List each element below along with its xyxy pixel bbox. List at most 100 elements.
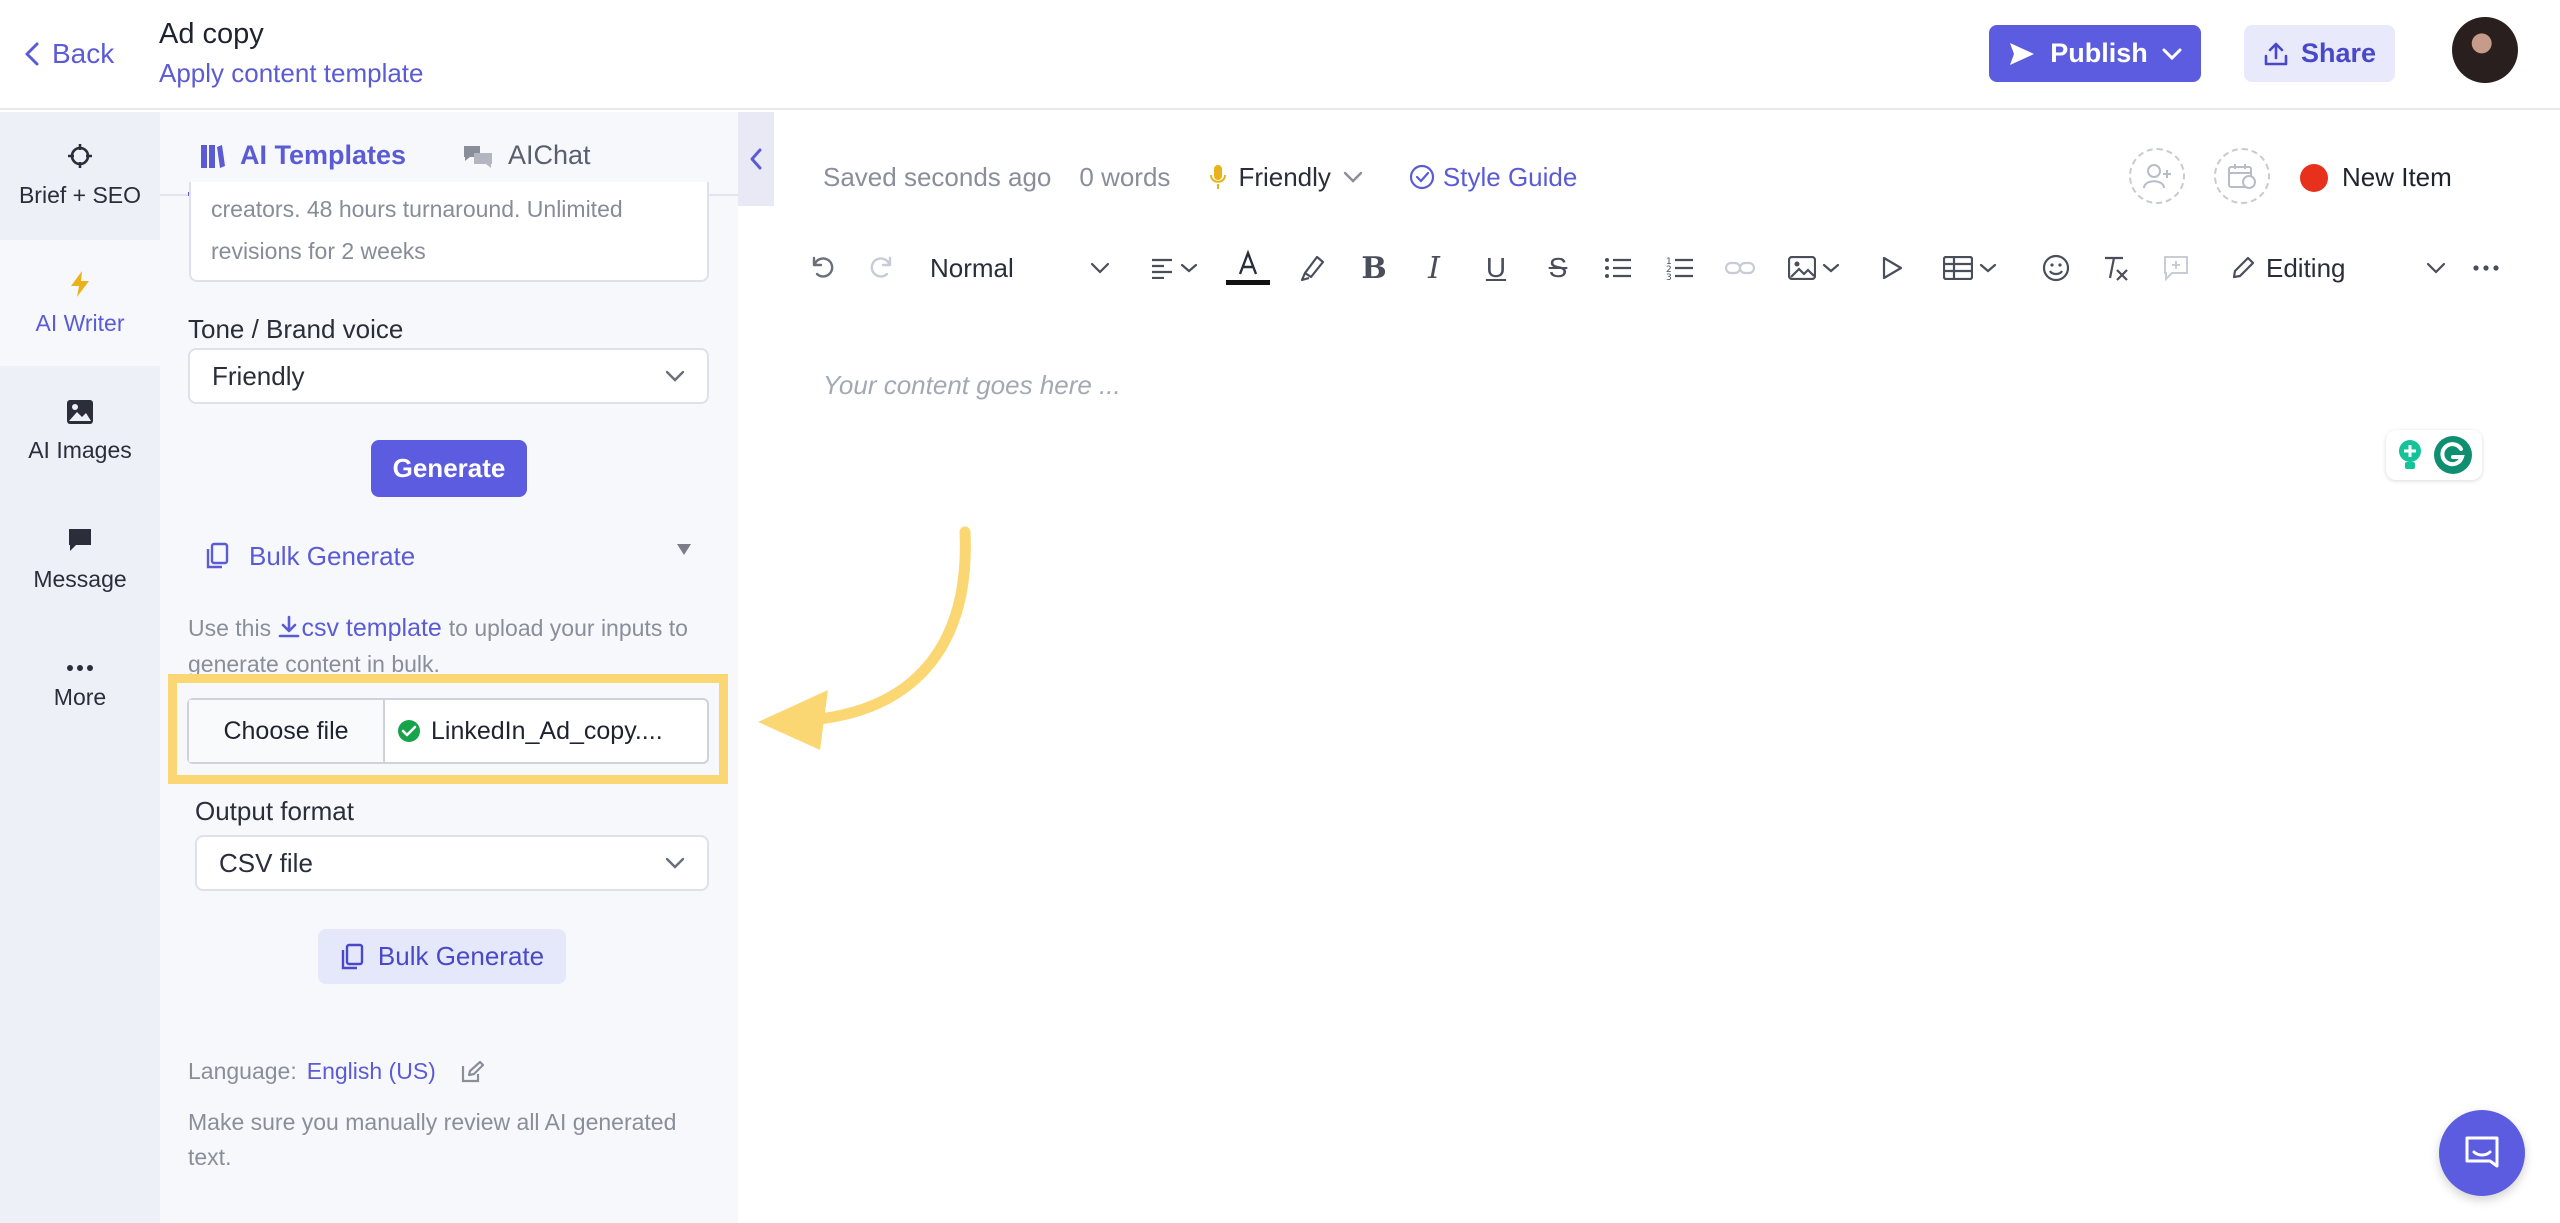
help-prefix: Use this [188, 615, 272, 641]
bold-icon[interactable]: B [1356, 248, 1392, 288]
text-color-icon[interactable] [1224, 248, 1272, 288]
chevron-down-icon [2426, 262, 2446, 274]
collapse-panel-button[interactable] [738, 112, 774, 206]
microphone-icon [1210, 164, 1227, 190]
file-name: LinkedIn_Ad_copy.... [431, 716, 663, 745]
image-icon [1788, 256, 1816, 280]
editor-content-placeholder[interactable]: Your content goes here ... [823, 370, 1121, 401]
generate-button[interactable]: Generate [371, 440, 527, 497]
style-guide-link[interactable]: Style Guide [1409, 162, 1577, 193]
editor-status-bar: Saved seconds ago 0 words Friendly Style… [823, 157, 1577, 197]
edit-icon[interactable] [460, 1060, 484, 1084]
undo-icon[interactable] [804, 248, 840, 288]
block-style-value: Normal [930, 252, 1014, 283]
link-icon[interactable] [1722, 248, 1758, 288]
rail-item-message[interactable]: Message [0, 496, 160, 622]
output-format-label: Output format [195, 796, 354, 826]
tone-value: Friendly [1238, 161, 1331, 192]
grammarly-icon [2433, 435, 2473, 475]
rail-item-label: Message [33, 565, 127, 592]
publish-label: Publish [2050, 38, 2148, 68]
back-label: Back [52, 38, 115, 69]
bulk-generate-header: Bulk Generate [249, 540, 416, 571]
choose-file-button[interactable]: Choose file [189, 700, 385, 762]
publish-button[interactable]: Publish [1989, 25, 2201, 82]
align-left-icon [1150, 257, 1174, 279]
share-label: Share [2300, 38, 2377, 68]
pencil-icon [2230, 255, 2256, 281]
output-format-value: CSV file [219, 847, 313, 878]
svg-text:3: 3 [1666, 273, 1672, 281]
grammarly-widget[interactable] [2386, 430, 2482, 480]
books-icon [200, 142, 226, 170]
description-textarea[interactable]: creators. 48 hours turnaround. Unlimited… [189, 182, 709, 282]
chevron-down-icon [1090, 262, 1110, 274]
left-rail: Brief + SEO AI Writer AI Images Message … [0, 112, 160, 1223]
rail-item-ai-writer[interactable]: AI Writer [0, 240, 160, 366]
bulk-generate-label: Bulk Generate [377, 941, 545, 971]
emoji-icon[interactable] [2038, 248, 2074, 288]
tab-aichat[interactable]: AIChat [462, 140, 591, 171]
rail-item-ai-images[interactable]: AI Images [0, 368, 160, 494]
schedule-button[interactable] [2214, 148, 2270, 204]
send-icon [2008, 41, 2036, 67]
back-button[interactable]: Back [24, 34, 114, 74]
highlighter-icon[interactable] [1294, 248, 1330, 288]
file-input[interactable]: Choose file LinkedIn_Ad_copy.... [187, 698, 709, 764]
arrow-annotation-icon [750, 520, 980, 760]
tab-ai-templates[interactable]: AI Templates [200, 140, 406, 171]
editing-mode-select[interactable]: Editing [2230, 248, 2446, 288]
more-options-icon[interactable] [2468, 248, 2504, 288]
rail-item-more[interactable]: More [0, 624, 160, 750]
media-play-icon[interactable] [1874, 248, 1910, 288]
chevron-down-icon [1979, 263, 1997, 273]
numbered-list-icon[interactable]: 123 [1662, 248, 1698, 288]
chevron-down-icon [2162, 47, 2182, 61]
language-value[interactable]: English (US) [307, 1058, 436, 1085]
editing-mode-value: Editing [2266, 252, 2346, 283]
align-dropdown[interactable] [1142, 248, 1206, 288]
document-title: Ad copy [159, 18, 264, 50]
redo-icon[interactable] [864, 248, 900, 288]
upload-icon [2263, 41, 2289, 67]
rail-item-label: AI Writer [35, 309, 125, 336]
share-button[interactable]: Share [2244, 25, 2395, 82]
tone-value: Friendly [212, 360, 305, 391]
clear-format-icon[interactable] [2098, 248, 2134, 288]
copy-icon [340, 943, 364, 971]
support-chat-button[interactable] [2439, 1110, 2525, 1196]
tone-select[interactable]: Friendly [188, 348, 709, 404]
bullet-list-icon[interactable] [1600, 248, 1636, 288]
rail-item-label: AI Images [28, 436, 132, 463]
table-dropdown[interactable] [1934, 248, 2006, 288]
apply-template-link[interactable]: Apply content template [159, 58, 424, 89]
bulk-generate-toggle[interactable]: Bulk Generate [205, 536, 695, 576]
rail-item-brief-seo[interactable]: Brief + SEO [0, 112, 160, 238]
lightning-icon [69, 270, 91, 298]
strikethrough-icon[interactable]: S [1540, 248, 1576, 288]
word-count: 0 words [1079, 161, 1171, 192]
app-header: Back Ad copy Apply content template Publ… [0, 0, 2560, 110]
output-format-select[interactable]: CSV file [195, 835, 709, 891]
avatar[interactable] [2452, 17, 2518, 83]
underline-icon[interactable]: U [1478, 248, 1514, 288]
add-user-button[interactable] [2129, 148, 2185, 204]
csv-template-link[interactable]: csv template [277, 614, 448, 642]
bulk-help-text: Use this csv template to upload your inp… [188, 610, 708, 682]
chevron-left-icon [749, 147, 763, 171]
caret-down-icon[interactable] [676, 542, 692, 556]
image-dropdown[interactable] [1782, 248, 1846, 288]
csv-template-label: csv template [301, 614, 442, 642]
italic-icon[interactable]: I [1416, 248, 1452, 288]
copy-icon [205, 542, 229, 570]
style-guide-label: Style Guide [1442, 161, 1578, 192]
lightbulb-icon [2395, 438, 2425, 472]
chevron-down-icon [1180, 263, 1198, 273]
tone-dropdown[interactable]: Friendly [1210, 161, 1363, 193]
add-user-icon [2142, 162, 2172, 190]
add-comment-icon[interactable] [2158, 248, 2194, 288]
block-style-select[interactable]: Normal [930, 248, 1110, 288]
rail-item-label: More [53, 683, 107, 710]
item-status[interactable]: New Item [2300, 162, 2452, 193]
bulk-generate-button[interactable]: Bulk Generate [318, 929, 566, 984]
